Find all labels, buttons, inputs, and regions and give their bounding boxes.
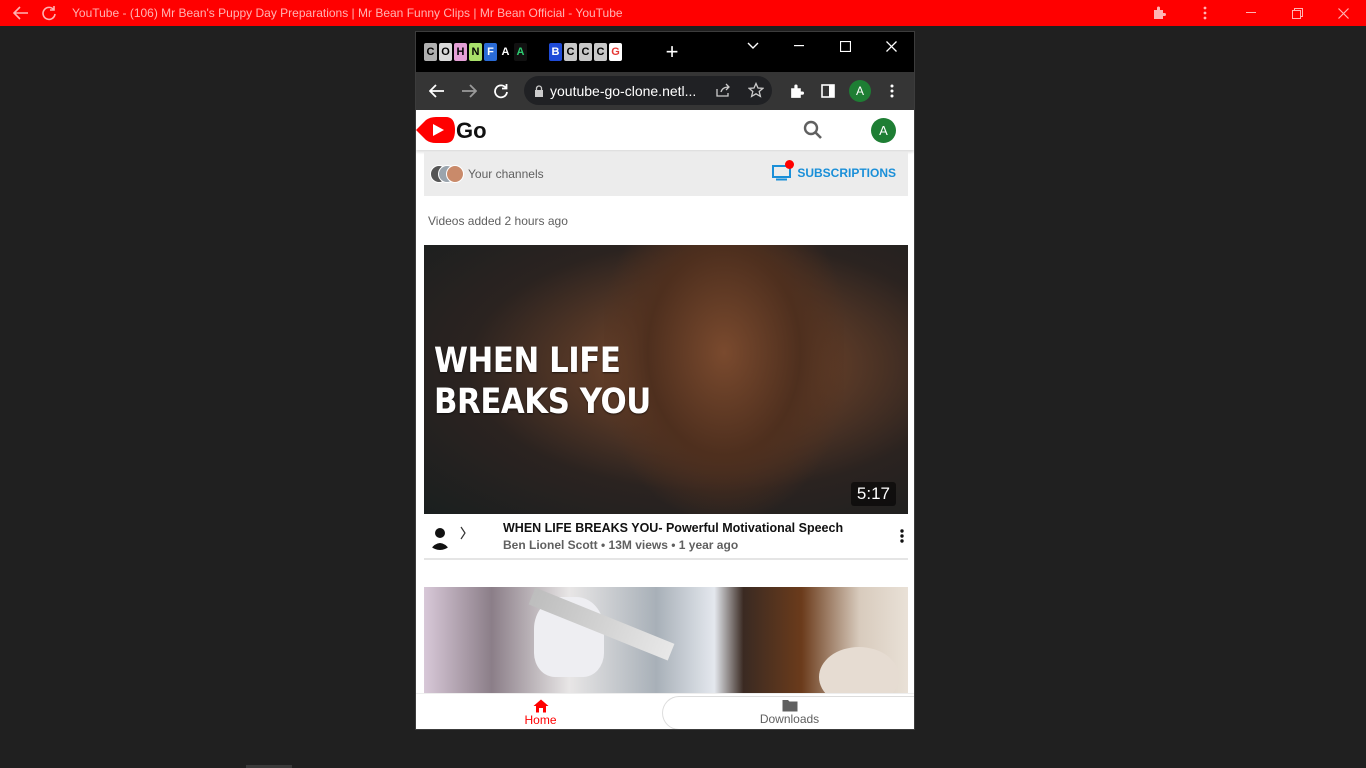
subscriptions-label: SUBSCRIPTIONS [797,166,896,180]
thumbnail-caption-line: BREAKS YOU [434,382,651,422]
notification-dot [785,160,795,169]
home-icon [533,699,548,712]
video-menu-icon[interactable] [900,528,908,546]
lock-icon[interactable] [534,84,544,97]
nav-downloads-outline [662,696,914,729]
close-icon[interactable] [868,32,914,60]
channel-avatar [446,165,464,183]
nav-home-label: Home [524,712,557,727]
window-title: YouTube - (106) Mr Bean's Puppy Day Prep… [72,6,623,20]
subscriptions-button[interactable]: SUBSCRIPTIONS [772,160,896,182]
new-tab-button[interactable]: + [661,41,683,63]
back-arrow-icon[interactable] [8,0,34,26]
share-icon[interactable] [716,83,731,97]
feed-section-label: Videos added 2 hours ago [428,214,568,228]
tab-strip: C O H N F A A B C C C G + [416,32,914,72]
tab-favicon[interactable]: A [514,43,527,61]
maximize-icon[interactable] [822,32,868,60]
tab-favicon[interactable]: C [579,43,592,61]
video-subtitle: Ben Lionel Scott • 13M views • 1 year ag… [503,538,739,552]
browser-menu-icon[interactable] [876,75,908,107]
nav-home[interactable]: Home [416,694,665,729]
reload-icon[interactable] [36,0,62,26]
outer-title-bar: YouTube - (106) Mr Bean's Puppy Day Prep… [0,0,1366,26]
channel-avatar-overflow-icon [460,526,466,540]
video-thumbnail[interactable]: WHEN LIFE BREAKS YOU 5:17 [424,245,908,514]
your-channels-label: Your channels [468,167,544,181]
tab-favicon[interactable]: H [454,43,467,61]
app-header: Go A [416,110,914,150]
more-vert-icon[interactable] [1182,0,1228,26]
tab-favicon[interactable]: C [424,43,437,61]
tab-search-chevron-icon[interactable] [730,32,776,60]
side-panel-icon[interactable] [812,75,844,107]
back-arrow-icon[interactable] [421,75,453,107]
thumbnail-caption-line: WHEN LIFE [434,341,621,381]
close-icon[interactable] [1320,0,1366,26]
page-content: Go A Your channels SUBSCRIPTIONS Videos … [416,110,914,729]
tab-favicon[interactable]: C [564,43,577,61]
video-thumbnail[interactable] [424,587,908,695]
tab-favicon[interactable]: A [499,43,512,61]
url-text[interactable]: youtube-go-clone.netl... [550,83,710,99]
profile-avatar[interactable]: A [844,75,876,107]
video-duration: 5:17 [850,482,896,506]
tab-favicon[interactable]: C [594,43,607,61]
extensions-puzzle-icon[interactable] [780,75,812,107]
tab-favicon[interactable]: G [609,43,622,61]
reload-icon[interactable] [485,75,517,107]
tab-favicon[interactable]: N [469,43,482,61]
subscriptions-icon [772,160,795,182]
forward-arrow-icon[interactable] [453,75,485,107]
youtube-go-logo-icon[interactable] [416,116,456,144]
tab-icons: C O H N F A A B C C C G [424,43,622,61]
channel-avatars [430,163,468,185]
restore-icon[interactable] [1274,0,1320,26]
address-bar: youtube-go-clone.netl... A [416,72,914,110]
minimize-icon[interactable] [1228,0,1274,26]
tab-favicon[interactable]: B [549,43,562,61]
thumbnail-cat [819,647,899,695]
account-avatar[interactable]: A [871,118,896,143]
your-channels-bar[interactable]: Your channels SUBSCRIPTIONS [424,152,908,196]
video-title[interactable]: WHEN LIFE BREAKS YOU- Powerful Motivatio… [503,521,843,535]
bottom-navigation: Home Downloads [416,693,914,729]
bookmark-star-icon[interactable] [748,82,764,98]
thumbnail-caption: WHEN LIFE BREAKS YOU [434,341,651,423]
browser-window: C O H N F A A B C C C G + youtube-go-clo… [415,31,915,730]
tab-favicon[interactable]: O [439,43,452,61]
logo-text[interactable]: Go [456,118,487,144]
channel-avatar[interactable] [427,524,453,550]
tab-favicon[interactable]: F [484,43,497,61]
omnibox[interactable]: youtube-go-clone.netl... [524,76,772,105]
minimize-icon[interactable] [776,32,822,60]
search-icon[interactable] [801,118,825,142]
puzzle-icon[interactable] [1136,0,1182,26]
video-info-row[interactable]: WHEN LIFE BREAKS YOU- Powerful Motivatio… [424,514,908,560]
